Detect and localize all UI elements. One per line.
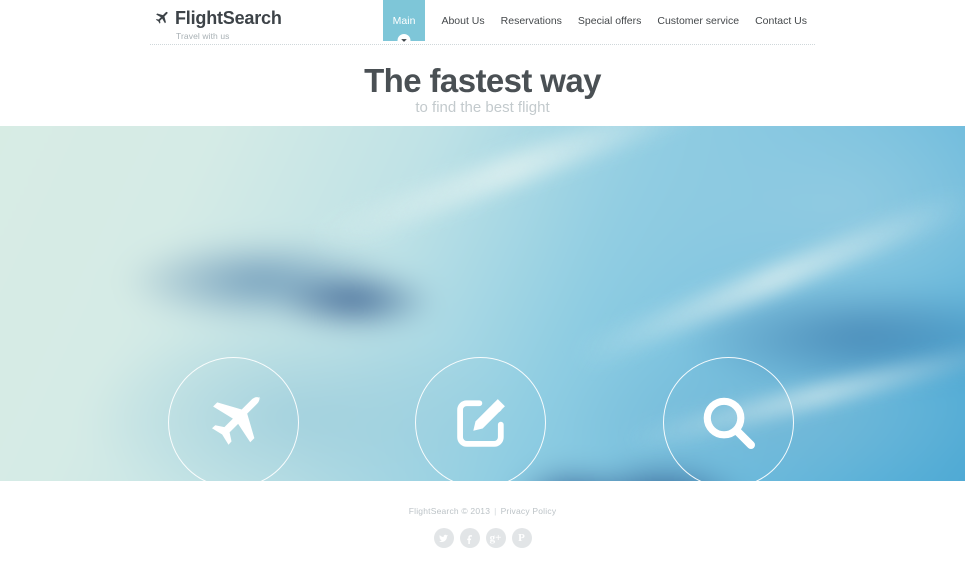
privacy-policy-link[interactable]: Privacy Policy xyxy=(501,506,557,516)
site-footer: FlightSearch © 2013 | Privacy Policy g+ P xyxy=(0,481,965,563)
site-header: FlightSearch Travel with us Main About U… xyxy=(0,0,965,48)
footer-separator: | xyxy=(494,506,497,516)
edit-pencil-icon xyxy=(456,398,505,447)
nav-item-special-offers[interactable]: Special offers xyxy=(570,0,649,41)
social-links: g+ P xyxy=(0,528,965,548)
page-title: The fastest way xyxy=(364,62,601,99)
nav-item-about-us[interactable]: About Us xyxy=(433,0,492,41)
hero-banner xyxy=(0,126,965,481)
hero-heading-block: The fastest way to find the best flight xyxy=(0,48,965,116)
hero-circle-book[interactable] xyxy=(415,357,546,481)
nav-item-reservations[interactable]: Reservations xyxy=(493,0,570,41)
nav-item-label: Main xyxy=(392,14,416,27)
pinterest-icon[interactable]: P xyxy=(511,528,532,548)
twitter-icon[interactable] xyxy=(433,528,454,548)
pinterest-glyph: P xyxy=(518,531,525,544)
airplane-icon xyxy=(155,11,168,24)
chevron-down-icon[interactable] xyxy=(397,34,411,47)
nav-item-contact-us[interactable]: Contact Us xyxy=(747,0,815,41)
site-logo[interactable]: FlightSearch Travel with us xyxy=(153,9,282,41)
google-plus-glyph: g+ xyxy=(489,531,502,544)
hero-circle-search[interactable] xyxy=(663,357,794,481)
footer-copyright-line: FlightSearch © 2013 | Privacy Policy xyxy=(0,481,965,516)
search-icon xyxy=(703,397,755,449)
google-plus-icon[interactable]: g+ xyxy=(485,528,506,548)
page-subtitle: to find the best flight xyxy=(415,99,550,116)
airplane-icon xyxy=(211,394,260,445)
main-navigation: Main About Us Reservations Special offer… xyxy=(382,0,815,47)
nav-item-label: Customer service xyxy=(657,14,740,27)
nav-item-label: Reservations xyxy=(500,14,562,27)
nav-item-customer-service[interactable]: Customer service xyxy=(649,0,747,41)
hero-circle-flights[interactable] xyxy=(168,357,299,481)
facebook-icon[interactable] xyxy=(459,528,480,548)
nav-item-label: Contact Us xyxy=(755,14,807,27)
logo-title: FlightSearch xyxy=(175,8,282,28)
footer-copyright: FlightSearch © 2013 xyxy=(408,506,491,516)
nav-item-main[interactable]: Main xyxy=(382,0,426,47)
page-root: FlightSearch Travel with us Main About U… xyxy=(0,0,965,563)
logo-tagline: Travel with us xyxy=(176,31,230,41)
header-divider xyxy=(150,44,815,45)
nav-item-label: Special offers xyxy=(577,14,642,27)
nav-item-label: About Us xyxy=(441,14,485,27)
hero-action-buttons xyxy=(0,126,965,481)
